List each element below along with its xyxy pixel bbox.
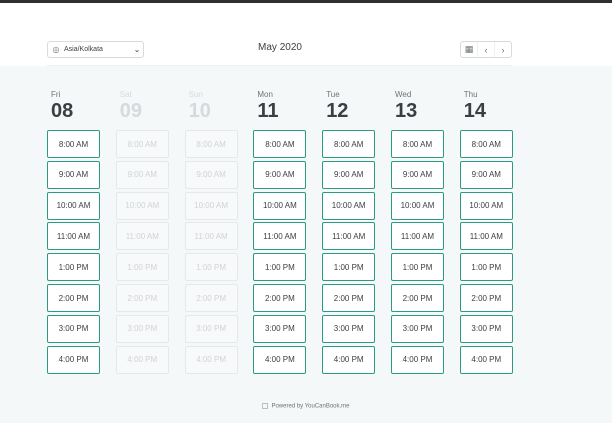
chevron-down-icon: ⌄ <box>133 45 141 54</box>
time-slot-button[interactable]: 8:00 AM <box>322 130 376 158</box>
time-slot-button: 4:00 PM <box>115 345 169 374</box>
footer-text: Powered by YouCanBook.me <box>271 403 350 410</box>
timezone-select[interactable]: ◎ Asia/Kolkata ⌄ <box>47 41 144 58</box>
time-slot-button[interactable]: 4:00 PM <box>459 345 513 374</box>
time-slot-button[interactable]: 1:00 PM <box>253 253 307 282</box>
time-slot-button[interactable]: 9:00 AM <box>253 160 307 189</box>
day-number: 13 <box>395 100 418 122</box>
time-slot-button: 11:00 AM <box>184 222 238 251</box>
day-name: Sun <box>188 90 203 99</box>
time-slot-button[interactable]: 4:00 PM <box>322 345 376 374</box>
time-slot-button: 11:00 AM <box>115 222 169 251</box>
day-name: Sat <box>119 90 132 99</box>
time-slot-button[interactable]: 11:00 AM <box>391 222 444 251</box>
time-slot-button[interactable]: 8:00 AM <box>459 130 513 158</box>
day-number: 14 <box>463 100 487 122</box>
window-top-bar <box>0 0 612 3</box>
time-slot-button[interactable]: 8:00 AM <box>253 130 307 158</box>
time-slot-button: 2:00 PM <box>115 284 169 312</box>
calendar-icon[interactable]: ▦ <box>461 42 477 57</box>
time-slot-button[interactable]: 10:00 AM <box>391 191 444 220</box>
globe-icon: ◎ <box>52 45 60 54</box>
time-slot-button: 8:00 AM <box>115 130 169 158</box>
time-slot-button[interactable]: 2:00 PM <box>253 284 307 312</box>
time-slot-button: 9:00 AM <box>115 160 169 189</box>
chevron-left-icon[interactable]: ‹ <box>477 42 494 57</box>
day-name: Wed <box>395 90 412 99</box>
time-slot-button: 4:00 PM <box>184 345 238 374</box>
time-slot-button[interactable]: 3:00 PM <box>253 314 307 343</box>
time-slot-button[interactable]: 8:00 AM <box>47 130 100 158</box>
time-slot-button: 3:00 PM <box>115 314 169 343</box>
calendar-nav: ▦ ‹ › <box>460 41 512 58</box>
time-slot-button: 1:00 PM <box>184 253 238 282</box>
time-slot-button[interactable]: 1:00 PM <box>391 253 444 282</box>
day-name: Fri <box>51 90 61 99</box>
time-slot-button[interactable]: 10:00 AM <box>322 191 376 220</box>
day-name: Mon <box>257 90 273 99</box>
ycbm-logo-icon <box>262 403 269 409</box>
time-slot-button: 9:00 AM <box>184 160 238 189</box>
time-slot-button[interactable]: 11:00 AM <box>47 222 100 251</box>
time-slot-button[interactable]: 9:00 AM <box>391 160 444 189</box>
time-slot-button[interactable]: 4:00 PM <box>47 345 100 374</box>
time-slot-button[interactable]: 3:00 PM <box>391 314 444 343</box>
time-slot-button[interactable]: 3:00 PM <box>459 314 513 343</box>
time-slot-button: 2:00 PM <box>184 284 238 312</box>
time-slot-button[interactable]: 11:00 AM <box>322 222 376 251</box>
time-slot-button[interactable]: 2:00 PM <box>391 284 444 312</box>
footer: Powered by YouCanBook.me <box>0 403 612 410</box>
time-slot-button[interactable]: 1:00 PM <box>459 253 513 282</box>
day-number: 11 <box>257 100 279 122</box>
time-slot-button: 10:00 AM <box>115 191 169 220</box>
time-slot-button: 8:00 AM <box>184 130 238 158</box>
time-slot-button[interactable]: 2:00 PM <box>459 284 513 312</box>
month-title: May 2020 <box>258 42 302 53</box>
time-slot-button[interactable]: 9:00 AM <box>47 160 100 189</box>
day-name: Thu <box>463 90 478 99</box>
chevron-right-icon[interactable]: › <box>494 42 511 57</box>
time-slot-button: 3:00 PM <box>184 314 238 343</box>
time-slot-button[interactable]: 1:00 PM <box>47 253 100 282</box>
day-number: 09 <box>119 100 143 122</box>
time-slot-button[interactable]: 4:00 PM <box>391 345 444 374</box>
time-slot-button[interactable]: 3:00 PM <box>47 314 100 343</box>
time-slot-button: 1:00 PM <box>115 253 169 282</box>
day-name: Tue <box>326 90 340 99</box>
time-slot-button[interactable]: 10:00 AM <box>253 191 307 220</box>
availability-panel: Fri 08 8:00 AM 9:00 AM 10:00 AM 11:00 AM 1:00 … <box>0 66 612 423</box>
booking-header: ◎ Asia/Kolkata ⌄ May 2020 ▦ ‹ › <box>47 34 512 66</box>
time-slot-button[interactable]: 8:00 AM <box>391 130 444 158</box>
timezone-label: Asia/Kolkata <box>64 46 103 53</box>
time-slot-button[interactable]: 10:00 AM <box>47 191 100 220</box>
time-slot-button[interactable]: 2:00 PM <box>322 284 376 312</box>
time-slot-button[interactable]: 2:00 PM <box>47 284 100 312</box>
time-slot-button[interactable]: 11:00 AM <box>253 222 307 251</box>
time-slot-button[interactable]: 9:00 AM <box>459 160 513 189</box>
time-slot-button[interactable]: 9:00 AM <box>322 160 376 189</box>
day-number: 08 <box>51 100 74 122</box>
day-number: 12 <box>326 100 349 122</box>
day-number: 10 <box>188 100 211 122</box>
time-slot-button[interactable]: 10:00 AM <box>459 191 513 220</box>
time-slot-button: 10:00 AM <box>184 191 238 220</box>
time-slot-button[interactable]: 1:00 PM <box>322 253 376 282</box>
time-slot-button[interactable]: 4:00 PM <box>253 345 307 374</box>
time-slot-button[interactable]: 11:00 AM <box>459 222 513 251</box>
time-slot-button[interactable]: 3:00 PM <box>322 314 376 343</box>
